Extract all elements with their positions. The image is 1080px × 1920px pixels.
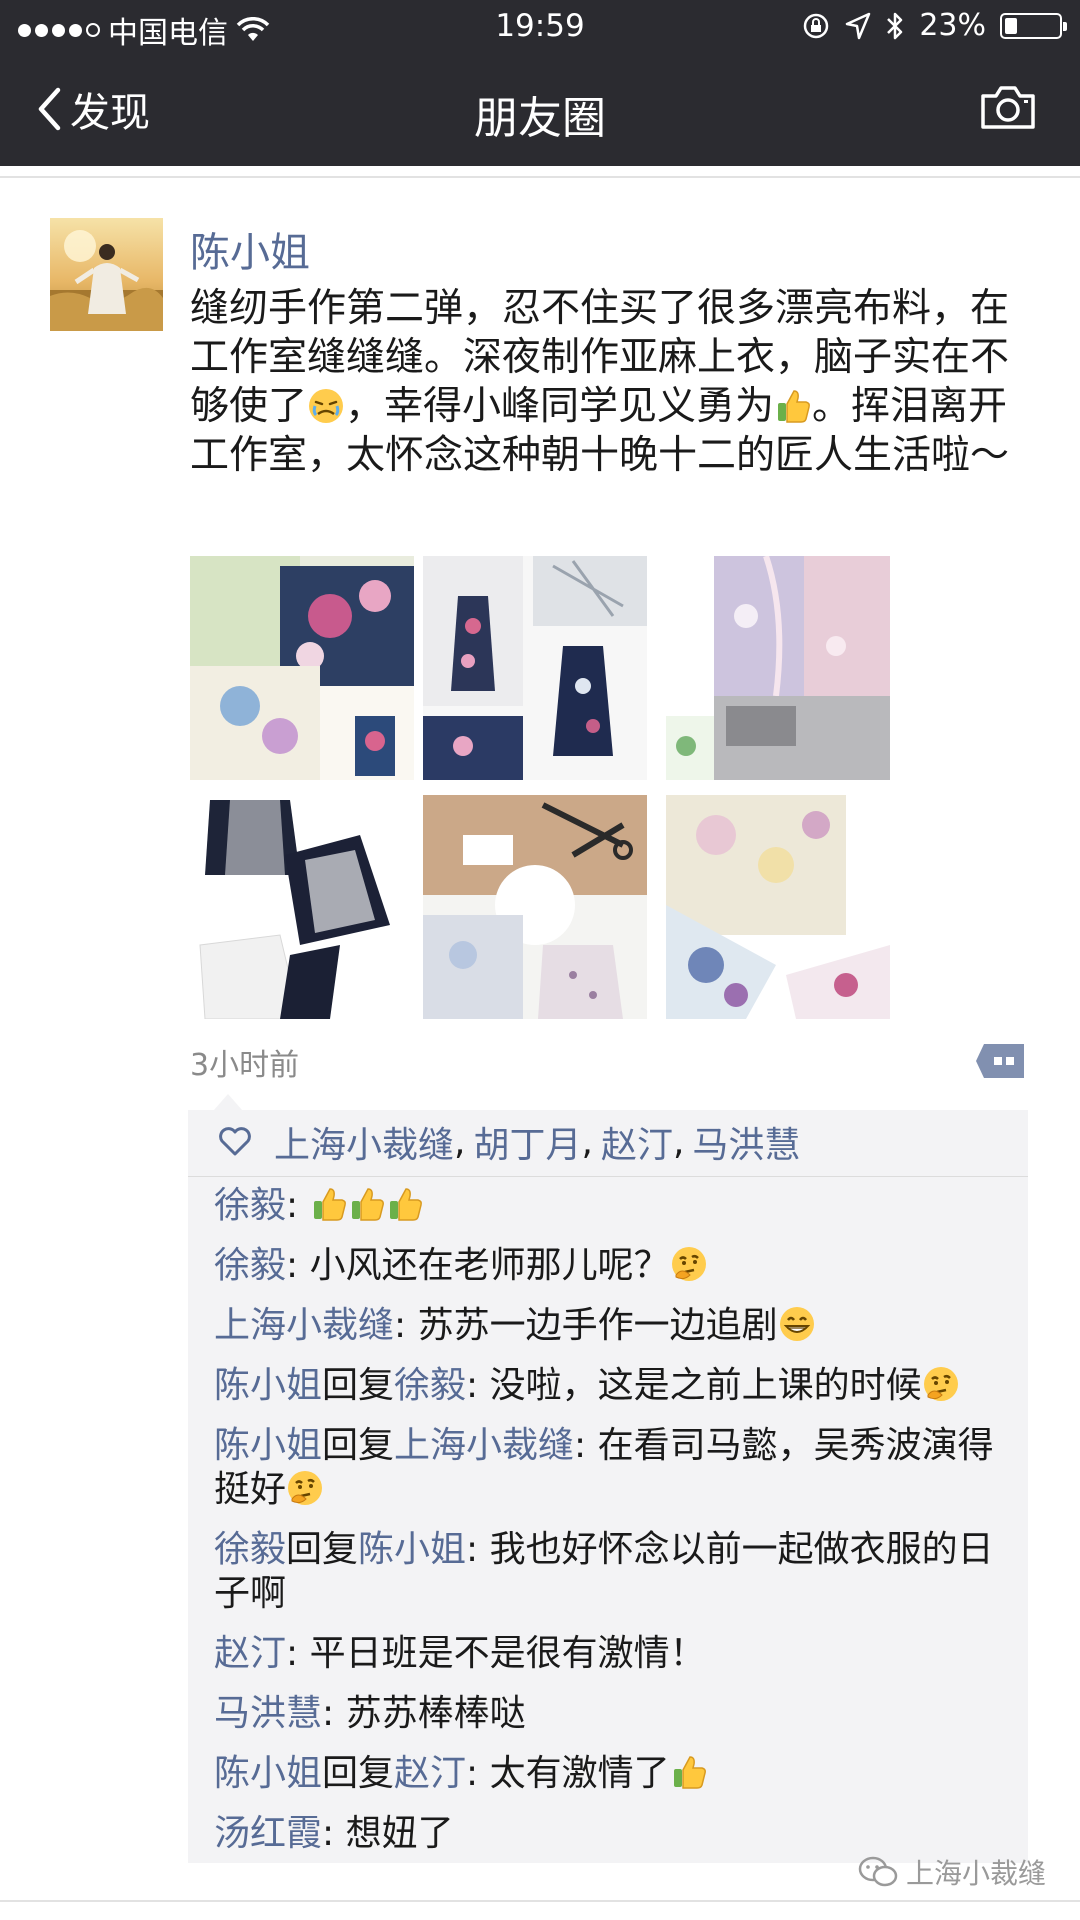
- comment-text: 平日班是不是很有激情！: [309, 1633, 706, 1674]
- photo-floral-fabric-swatches[interactable]: [666, 795, 890, 1019]
- reply-word: 回复: [322, 1753, 395, 1794]
- like-name[interactable]: 上海小裁缝: [274, 1116, 454, 1168]
- like-name[interactable]: 胡丁月: [473, 1116, 581, 1168]
- rotation-lock-icon: [804, 13, 829, 38]
- thinking-icon: [288, 1471, 323, 1505]
- bluetooth-icon: [887, 12, 903, 39]
- page-title: 朋友圈: [474, 93, 606, 144]
- comment-colon: :: [466, 1365, 490, 1406]
- interaction-box: 上海小裁缝, 胡丁月, 赵汀, 马洪慧 徐毅: 徐毅: 小风还在老师那儿呢？ 上海…: [188, 1094, 1028, 1863]
- wechat-logo-icon: [858, 1856, 898, 1887]
- thumbs-up-icon: [389, 1188, 422, 1221]
- status-bar: 中国电信 19:59 23%: [0, 0, 1080, 54]
- comment-colon: :: [286, 1245, 310, 1286]
- photo-paper-pattern-and-scissors[interactable]: [423, 795, 647, 1019]
- comment-reply-to[interactable]: 赵汀: [394, 1753, 466, 1794]
- comment-author[interactable]: 赵汀: [214, 1633, 286, 1674]
- reply-word: 回复: [322, 1365, 395, 1406]
- comment-colon: :: [394, 1305, 418, 1346]
- comment-author[interactable]: 马洪慧: [214, 1693, 322, 1734]
- photo-pink-floral-fabric[interactable]: [666, 556, 890, 780]
- photo-floral-dress-on-mannequin[interactable]: [423, 556, 647, 780]
- avatar[interactable]: [50, 218, 163, 331]
- camera-button[interactable]: [980, 84, 1036, 134]
- comment-item[interactable]: 陈小姐回复上海小裁缝: 在看司马懿，吴秀波演得挺好: [214, 1424, 1004, 1512]
- divider: [0, 1900, 1080, 1902]
- comment-colon: :: [322, 1693, 346, 1734]
- comment-list: 徐毅: 徐毅: 小风还在老师那儿呢？ 上海小裁缝: 苏苏一边手作一边追剧 陈小姐回复…: [214, 1184, 1004, 1872]
- battery-icon: [1000, 12, 1067, 39]
- comment-colon: :: [574, 1425, 598, 1466]
- comment-reply-to[interactable]: 上海小裁缝: [394, 1425, 574, 1466]
- comment-colon: :: [286, 1633, 310, 1674]
- comment-text: 想妞了: [345, 1813, 454, 1854]
- comment-item[interactable]: 徐毅:: [214, 1184, 1004, 1228]
- comment-author[interactable]: 徐毅: [214, 1529, 286, 1570]
- comment-menu-button[interactable]: [974, 1042, 1026, 1084]
- thumbs-up-icon: [778, 390, 810, 423]
- comment-author[interactable]: 陈小姐: [214, 1365, 322, 1406]
- reply-word: 回复: [286, 1529, 359, 1570]
- comment-item[interactable]: 陈小姐回复赵汀: 太有激情了: [214, 1752, 1004, 1796]
- nav-bar: 发现 朋友圈: [0, 54, 1080, 166]
- watermark: 上海小裁缝: [858, 1852, 1046, 1892]
- comment-text: 苏苏棒棒哒: [345, 1693, 526, 1734]
- comment-item[interactable]: 汤红霞: 想妞了: [214, 1812, 1004, 1856]
- comment-author[interactable]: 陈小姐: [214, 1425, 322, 1466]
- thinking-icon: [923, 1367, 958, 1401]
- grinning-icon: [779, 1307, 814, 1341]
- likes-row: 上海小裁缝, 胡丁月, 赵汀, 马洪慧: [218, 1120, 800, 1166]
- comment-item[interactable]: 徐毅: 小风还在老师那儿呢？: [214, 1244, 1004, 1288]
- comment-text: 苏苏一边手作一边追剧: [417, 1305, 778, 1346]
- comment-reply-to[interactable]: 陈小姐: [358, 1529, 466, 1570]
- comment-author[interactable]: 汤红霞: [214, 1813, 322, 1854]
- divider: [188, 1176, 1028, 1177]
- avatar-photo: [50, 218, 163, 331]
- comment-text: 小风还在老师那儿呢？: [309, 1245, 670, 1286]
- heart-icon: [218, 1127, 252, 1157]
- like-name[interactable]: 赵汀: [601, 1116, 673, 1168]
- location-icon: [846, 12, 871, 39]
- watermark-text: 上海小裁缝: [905, 1857, 1046, 1890]
- comment-item[interactable]: 赵汀: 平日班是不是很有激情！: [214, 1632, 1004, 1676]
- photo-navy-white-tops[interactable]: [190, 795, 414, 1019]
- photo-floral-fabric-pile[interactable]: [190, 556, 414, 780]
- comment-item[interactable]: 马洪慧: 苏苏棒棒哒: [214, 1692, 1004, 1736]
- thumbs-up-icon: [313, 1188, 346, 1221]
- post-text-part: ，幸得小峰同学见义勇为: [345, 384, 775, 429]
- post-text: 缝纫手作第二弹，忍不住买了很多漂亮布料，在工作室缝缝缝。深夜制作亚麻上衣，脑子实…: [190, 284, 1040, 480]
- divider: [0, 176, 1080, 178]
- comment-reply-to[interactable]: 徐毅: [394, 1365, 466, 1406]
- comment-colon: :: [322, 1813, 346, 1854]
- camera-icon: [981, 86, 1035, 129]
- comment-text: 没啦，这是之前上课的时候: [489, 1365, 922, 1406]
- like-separator: ,: [672, 1121, 685, 1163]
- thumbs-up-icon: [351, 1188, 384, 1221]
- thinking-icon: [671, 1247, 706, 1281]
- image-grid: [190, 556, 890, 1019]
- reply-word: 回复: [322, 1425, 395, 1466]
- comment-author[interactable]: 上海小裁缝: [214, 1305, 394, 1346]
- crying-face-icon: [309, 389, 344, 423]
- thumbs-up-icon: [673, 1756, 706, 1789]
- like-separator: ,: [454, 1121, 466, 1163]
- post-timestamp: 3小时前: [190, 1048, 300, 1083]
- comment-author[interactable]: 徐毅: [214, 1185, 286, 1226]
- like-separator: ,: [581, 1121, 593, 1163]
- comment-item[interactable]: 陈小姐回复徐毅: 没啦，这是之前上课的时候: [214, 1364, 1004, 1408]
- battery-percent: 23%: [919, 8, 986, 43]
- comment-colon: :: [466, 1529, 490, 1570]
- comment-item[interactable]: 上海小裁缝: 苏苏一边手作一边追剧: [214, 1304, 1004, 1348]
- like-name[interactable]: 马洪慧: [692, 1116, 800, 1168]
- comment-author[interactable]: 徐毅: [214, 1245, 286, 1286]
- comment-item[interactable]: 徐毅回复陈小姐: 我也好怀念以前一起做衣服的日子啊: [214, 1528, 1004, 1616]
- comment-colon: :: [286, 1185, 310, 1226]
- comment-text: 太有激情了: [489, 1753, 670, 1794]
- status-icons: 23%: [801, 8, 1067, 43]
- more-dots-icon: [976, 1044, 1024, 1078]
- battery-level: [1005, 17, 1017, 34]
- comment-colon: :: [466, 1753, 490, 1794]
- comment-author[interactable]: 陈小姐: [214, 1753, 322, 1794]
- post-author[interactable]: 陈小姐: [190, 220, 310, 278]
